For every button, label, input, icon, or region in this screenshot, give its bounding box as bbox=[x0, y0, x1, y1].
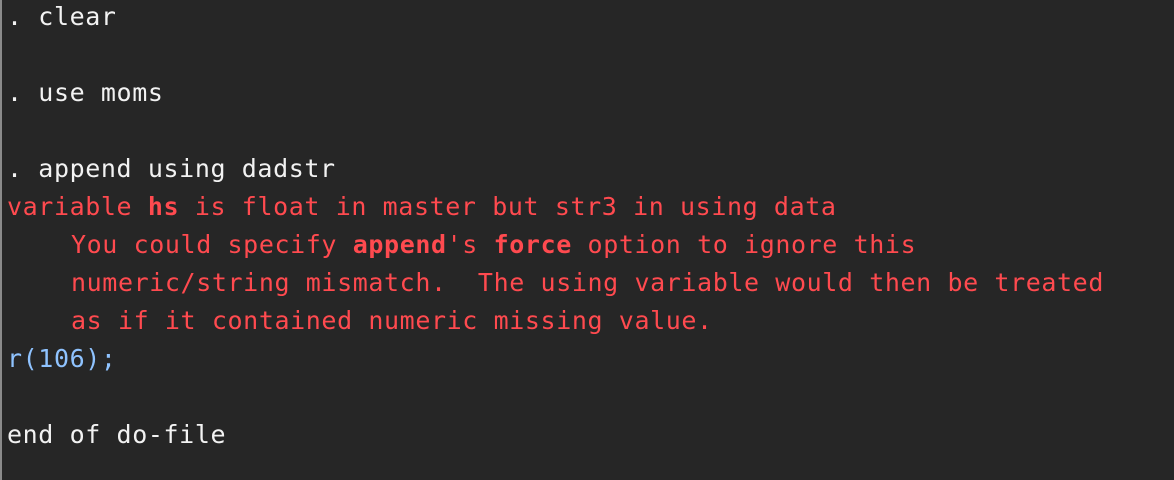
error-text: option to ignore this bbox=[571, 230, 917, 259]
end-of-do-file: end of do-file bbox=[7, 420, 227, 449]
command-line-append: . append using dadstr bbox=[7, 154, 336, 183]
error-text: You could specify bbox=[71, 230, 353, 259]
error-line-1: variable hs is float in master but str3 … bbox=[7, 190, 837, 224]
error-option-name: force bbox=[493, 230, 572, 259]
error-line-3: numeric/string mismatch. The using varia… bbox=[71, 268, 1104, 297]
error-text: variable bbox=[7, 192, 148, 221]
error-command-name: append bbox=[352, 230, 447, 259]
error-text: is float in master but str3 in using dat… bbox=[179, 192, 837, 221]
error-text: 's bbox=[446, 230, 494, 259]
command-line-use: . use moms bbox=[7, 78, 164, 107]
error-line-4: as if it contained numeric missing value… bbox=[71, 306, 713, 335]
error-variable-name: hs bbox=[147, 192, 180, 221]
results-window: . clear . use moms . append using dadstr… bbox=[0, 0, 1174, 480]
command-line-clear: . clear bbox=[7, 2, 117, 31]
error-line-2: You could specify append's force option … bbox=[7, 228, 916, 262]
return-code-link[interactable]: r(106); bbox=[7, 342, 117, 376]
